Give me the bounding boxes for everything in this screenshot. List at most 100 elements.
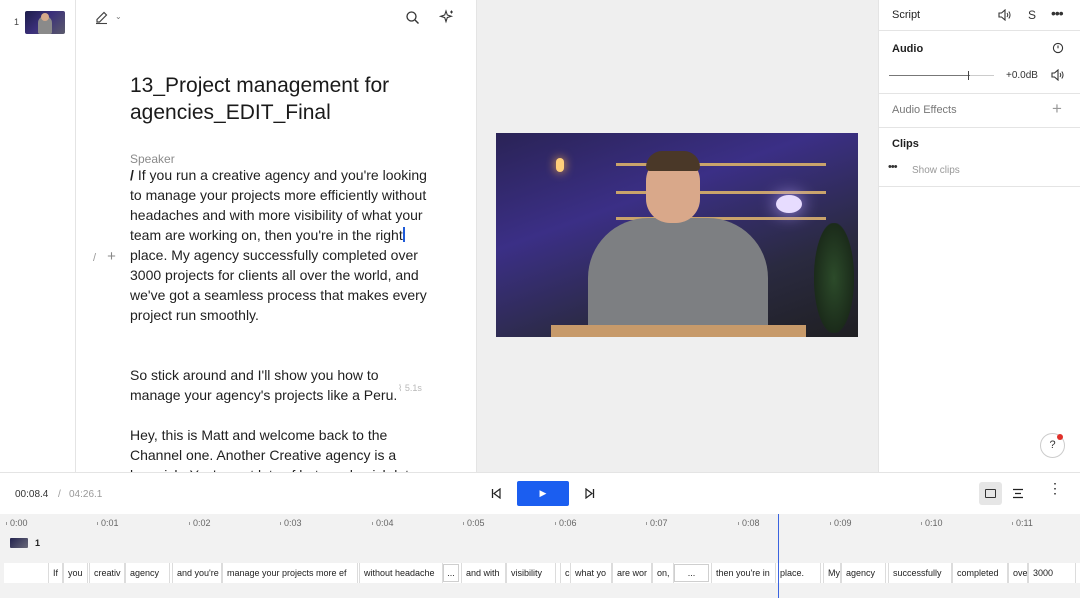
word-clip[interactable]: successfully <box>888 563 952 583</box>
ruler-tick: 0:07 <box>646 518 668 528</box>
word-clip[interactable]: My <box>823 563 841 583</box>
word-clip[interactable]: 3000 <box>1028 563 1076 583</box>
video-editor-app: 1 ⌄ 13_Project management for agencies_E… <box>0 0 1080 598</box>
word-clip[interactable]: and you're <box>172 563 222 583</box>
ruler-tick: 0:00 <box>6 518 28 528</box>
script-paragraph-3[interactable]: Hey, this is Matt and welcome back to th… <box>130 425 425 472</box>
skip-back-icon[interactable] <box>491 487 501 502</box>
audio-section: Audio <box>879 31 1080 94</box>
word-clip[interactable]: then you're in <box>711 563 777 583</box>
notification-dot <box>1057 434 1063 440</box>
script-label: Script <box>892 9 921 21</box>
word-clip[interactable]: creativ <box>89 563 125 583</box>
word-clip[interactable]: completed <box>952 563 1008 583</box>
collapsed-words-clip[interactable]: ... <box>674 564 709 582</box>
paragraph-text-end: place. My agency successfully completed … <box>130 247 427 323</box>
play-button[interactable]: ▶ <box>517 481 569 506</box>
script-paragraph-1[interactable]: / If you run a creative agency and you're… <box>130 165 430 325</box>
total-time: 04:26.1 <box>69 489 103 500</box>
align-center-icon[interactable] <box>1012 488 1024 502</box>
transport-bar: 00:08.4 / 04:26.1 ▶ ⋮ <box>0 472 1080 514</box>
pause-marker[interactable]: ⌇ 5.1s <box>398 383 422 394</box>
current-time: 00:08.4 <box>15 489 49 500</box>
scene-thumbnail-image[interactable] <box>25 11 65 34</box>
word-clip[interactable]: ove <box>1008 563 1028 583</box>
scene-track[interactable]: 1 <box>0 533 1080 553</box>
word-clip[interactable]: you <box>63 563 88 583</box>
chevron-down-icon[interactable]: ⌄ <box>115 13 122 21</box>
word-clip[interactable]: place. <box>775 563 821 583</box>
clips-section: Clips ••• Show clips <box>879 128 1080 187</box>
word-clip[interactable]: agency <box>125 563 170 583</box>
audio-effects-section: Audio Effects + <box>879 94 1080 128</box>
show-clips-button[interactable]: Show clips <box>912 165 960 176</box>
text-cursor <box>402 227 405 242</box>
ruler-tick: 0:08 <box>738 518 760 528</box>
properties-panel: Script S ••• Audio +0.0dB Audio Effects … <box>878 0 1080 472</box>
script-paragraph-2[interactable]: So stick around and I'll show you how to… <box>130 365 400 405</box>
scenes-sidebar: 1 <box>0 0 76 472</box>
word-clip[interactable]: without headache <box>359 563 443 583</box>
scene-thumbnail-item[interactable]: 1 <box>0 11 76 35</box>
collapsed-words-clip[interactable]: ... <box>443 564 459 582</box>
speaker-volume-icon[interactable] <box>998 8 1012 23</box>
scene-track-number: 1 <box>35 538 41 548</box>
layout-icon <box>985 489 996 498</box>
document-title[interactable]: 13_Project management for agencies_EDIT_… <box>130 72 450 126</box>
script-editor: ⌄ 13_Project management for agencies_EDI… <box>76 0 477 472</box>
line-tools: / + <box>93 248 116 265</box>
video-frame[interactable] <box>496 133 858 337</box>
scene-number: 1 <box>14 17 20 27</box>
pen-icon[interactable] <box>94 10 109 27</box>
word-clip[interactable]: are wor <box>612 563 652 583</box>
scene-track-thumbnail[interactable] <box>10 538 28 548</box>
clock-icon[interactable] <box>1052 42 1064 56</box>
vertical-more-icon[interactable]: ⋮ <box>1048 481 1062 495</box>
ruler-tick: 0:04 <box>372 518 394 528</box>
paragraph-marker: / <box>130 167 134 183</box>
word-track: If you creativ agency and you're manage … <box>4 563 1080 583</box>
word-clip[interactable]: what yo <box>570 563 612 583</box>
pause-icon: ⌇ <box>398 383 403 393</box>
paragraph-text: Hey, this is Matt and welcome back to th… <box>130 427 416 472</box>
slash-command-button[interactable]: / <box>93 252 96 264</box>
volume-slider-remaining[interactable] <box>970 75 994 76</box>
ruler-tick: 0:10 <box>921 518 943 528</box>
volume-icon[interactable] <box>1051 68 1065 83</box>
ruler-tick: 0:02 <box>189 518 211 528</box>
search-icon[interactable] <box>405 10 420 27</box>
ruler-tick: 0:06 <box>555 518 577 528</box>
add-effect-icon[interactable]: + <box>1052 100 1062 117</box>
editor-toolbar: ⌄ <box>76 0 476 36</box>
pause-duration: 5.1s <box>404 383 422 393</box>
playhead[interactable] <box>778 514 779 598</box>
volume-slider-thumb[interactable] <box>968 71 969 80</box>
clips-more-icon[interactable]: ••• <box>888 162 898 173</box>
volume-db-value: +0.0dB <box>1006 70 1038 81</box>
speaker-label[interactable]: Speaker <box>130 152 175 166</box>
clips-label: Clips <box>892 138 919 150</box>
ruler-tick: 0:11 <box>1012 518 1033 528</box>
add-line-button[interactable]: + <box>107 248 116 265</box>
skip-forward-icon[interactable] <box>585 487 595 502</box>
layout-view-button[interactable] <box>979 482 1002 505</box>
word-clip[interactable]: manage your projects more ef <box>222 563 358 583</box>
ruler-tick: 0:05 <box>463 518 485 528</box>
word-clip[interactable]: on, <box>652 563 674 583</box>
time-separator: / <box>58 489 61 500</box>
play-icon: ▶ <box>539 488 547 498</box>
word-clip[interactable]: If <box>48 563 63 583</box>
ruler-tick: 0:09 <box>830 518 852 528</box>
more-options-icon[interactable]: ••• <box>1051 6 1064 20</box>
word-clip[interactable]: and with <box>461 563 506 583</box>
ruler-tick: 0:03 <box>280 518 302 528</box>
word-clip[interactable]: agency <box>841 563 886 583</box>
timeline-ruler[interactable]: 0:00 0:01 0:02 0:03 0:04 0:05 0:06 0:07 … <box>0 514 1080 532</box>
video-preview-panel <box>477 0 878 472</box>
script-s-button[interactable]: S <box>1028 9 1036 21</box>
timeline[interactable]: 0:00 0:01 0:02 0:03 0:04 0:05 0:06 0:07 … <box>0 514 1080 598</box>
word-clip[interactable]: visibility <box>506 563 556 583</box>
sparkle-icon[interactable] <box>438 9 455 27</box>
audio-label: Audio <box>892 43 924 55</box>
paragraph-text: So stick around and I'll show you how to… <box>130 367 398 403</box>
